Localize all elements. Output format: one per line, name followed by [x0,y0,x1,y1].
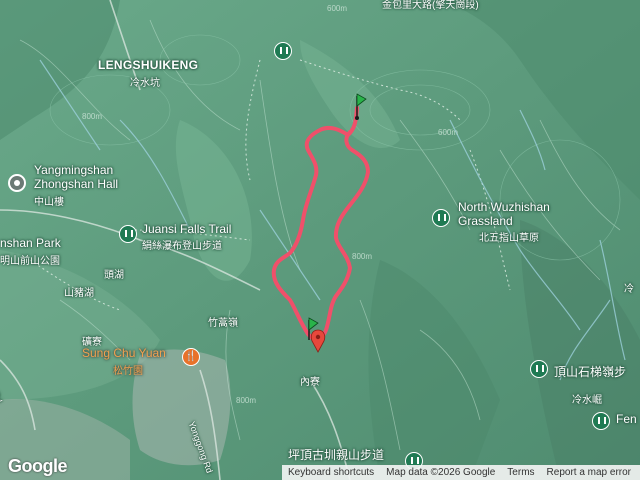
map-view[interactable]: 600m 800m 600m 800m 800m 金包里大路(擎天崗段) LEN… [0,0,640,480]
dingshan-label: 頂山石梯嶺步 [554,365,627,379]
terms-link[interactable]: Terms [507,467,534,478]
contour-label: 800m [236,396,257,405]
keyboard-shortcuts-link[interactable]: Keyboard shortcuts [288,467,374,478]
contour-label: 600m [327,4,348,13]
terrain-layer [0,0,640,480]
edge-label: 冷 [624,284,634,295]
attribution-bar: Keyboard shortcuts Map data ©2026 Google… [282,465,640,480]
map-data-text: Map data ©2026 Google [386,467,496,478]
hall-label-line2: Zhongshan Hall [34,177,119,191]
wuzhishan-label-line2: Grassland [458,214,513,228]
landmark-icon[interactable] [8,174,26,192]
hall-label-line1: Yangmingshan [34,163,114,177]
wuzhishan-label-line1: North Wuzhishan [458,200,550,214]
restaurant-icon[interactable]: 🍴 [182,348,200,366]
contour-label: 600m [438,128,459,137]
wuzhishan-cjk-label: 北五指山草原 [479,233,539,244]
juansi-trail-label: Juansi Falls Trail [142,222,232,236]
park-cjk-label: 明山前山公園 [0,256,60,267]
neiliao-label: 內寮 [300,377,320,388]
trail-icon[interactable] [530,360,548,378]
contour-label: 800m [82,112,103,121]
toutou-label: 頭湖 [104,270,124,281]
google-logo[interactable]: Google [8,456,68,477]
zhuzihling-label: 竹蒿嶺 [208,318,238,329]
top-road-label: 金包里大路(擎天崗段) [382,0,479,11]
songzhu-label: Sung Chu Yuan [82,346,166,360]
lengshuijue-label: 冷水崛 [572,395,602,406]
fen-label: Fen [616,412,637,426]
lengshuikeng-cjk-label: 冷水坑 [130,78,160,89]
contour-label: 800m [352,252,373,261]
park-label: nshan Park [0,236,61,250]
juansi-trail-cjk-label: 絹絲瀑布登山步道 [142,241,222,252]
grassland-icon[interactable] [432,209,450,227]
lengshuikeng-label: LENGSHUIKENG [98,58,199,72]
songzhu-cjk-label: 松竹園 [113,366,143,377]
park-icon[interactable] [274,42,292,60]
report-error-link[interactable]: Report a map error [547,467,631,478]
shanzhu-label: 山豬湖 [64,288,94,299]
ping-trail-label: 坪頂古圳親山步道 [288,448,385,462]
poi-icon[interactable] [592,412,610,430]
trail-icon[interactable] [119,225,137,243]
hall-cjk-label: 中山樓 [34,197,64,208]
